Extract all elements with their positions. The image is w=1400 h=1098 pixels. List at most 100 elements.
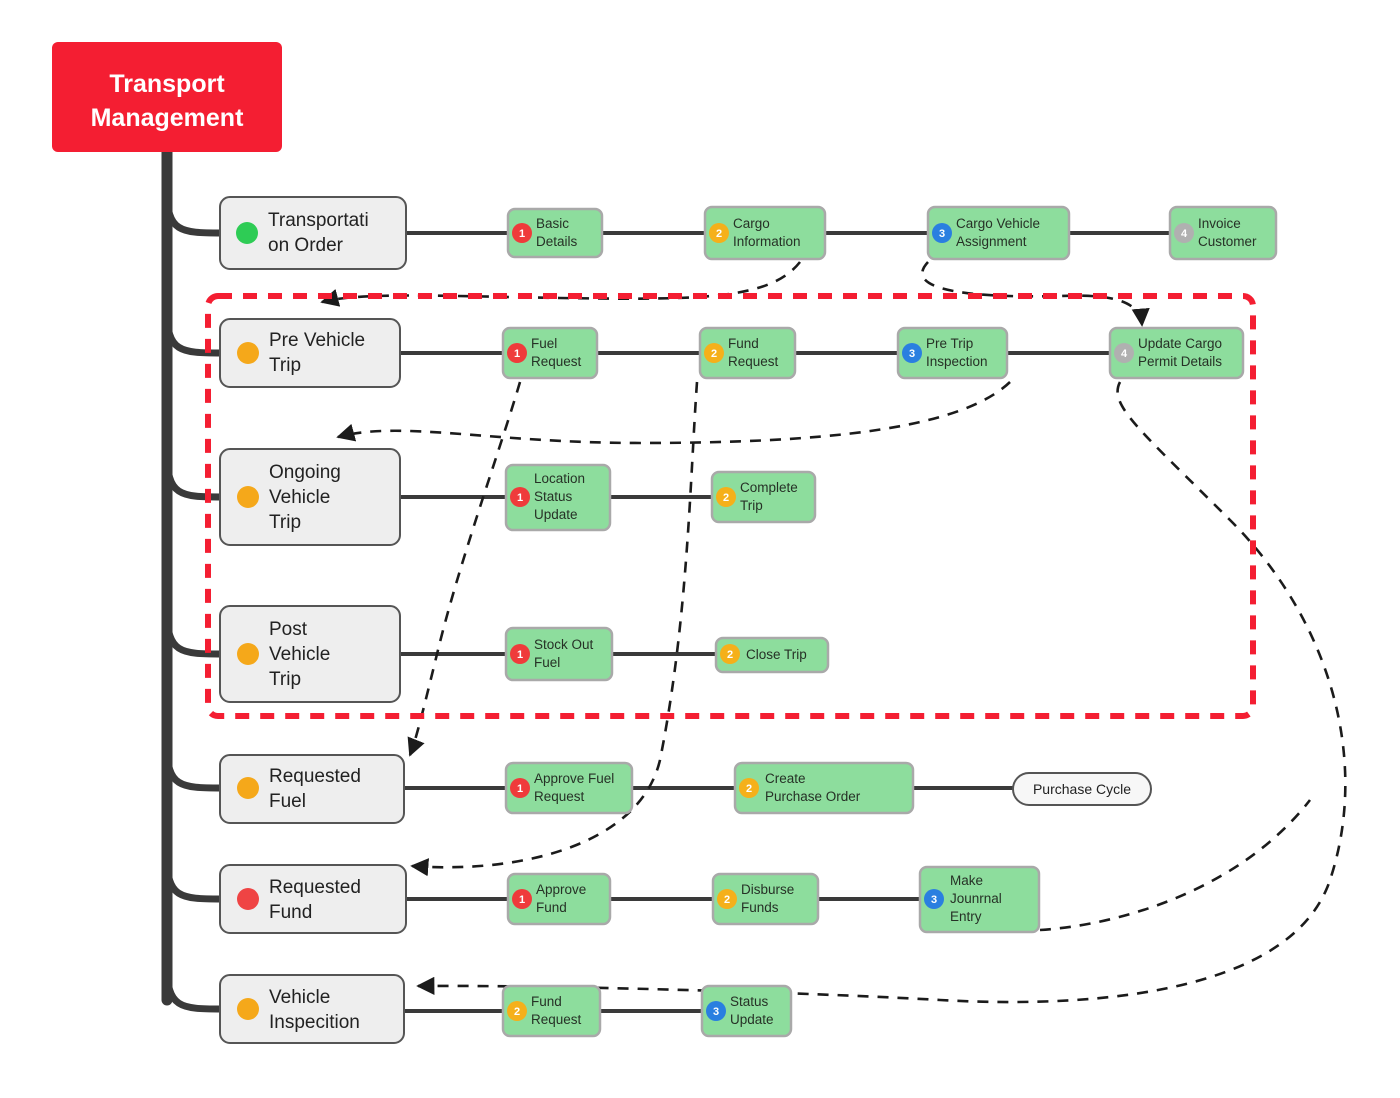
step-node-complete-trip[interactable]: 2 Complete Trip [710, 470, 817, 524]
badge-number: 2 [723, 492, 729, 504]
status-dot-red [237, 888, 259, 910]
status-dot-orange [237, 643, 259, 665]
step-label-line1: Cargo Vehicle [956, 216, 1040, 231]
step-label-line2: Fuel [534, 655, 560, 670]
category-label-line1: Vehicle [269, 987, 330, 1008]
badge-number: 1 [519, 228, 525, 240]
category-label-line2: Fund [269, 902, 312, 923]
badge-number: 3 [909, 348, 915, 360]
step-label-line1: Status [730, 994, 769, 1009]
badge-number: 2 [514, 1006, 520, 1018]
badge-number: 3 [939, 228, 945, 240]
step-node-location-status-update[interactable]: 1 Location Status Update [504, 463, 612, 532]
step-label-line2: Permit Details [1138, 354, 1222, 369]
step-rect-create-purchase-order[interactable] [733, 761, 915, 815]
step-label-line2: Assignment [956, 234, 1027, 249]
step-label-line2: Request [728, 354, 779, 369]
category-label-line2: Trip [269, 355, 301, 376]
badge-number: 2 [711, 348, 717, 360]
step-label-line1: Basic [536, 216, 569, 231]
step-label-line2: Trip [740, 498, 763, 513]
step-label-line2: Update [730, 1012, 774, 1027]
step-label-line1: Stock Out [534, 637, 594, 652]
category-label-line2: Fuel [269, 791, 306, 812]
step-node-basic-details[interactable]: 1 Basic Details [506, 207, 604, 259]
step-node-pre-trip-inspection[interactable]: 3 Pre Trip Inspection [896, 326, 1009, 380]
node-layer: Transport Management Transportati on Ord… [52, 42, 1278, 1044]
category-label-line1: Ongoing [269, 462, 341, 483]
step-node-cargo-information[interactable]: 2 Cargo Information [703, 205, 827, 261]
category-node-post-vehicle-trip[interactable]: Post Vehicle Trip [219, 605, 401, 703]
step-label-line2: Fund [536, 900, 567, 915]
status-dot-orange [237, 342, 259, 364]
step-label-line2: Request [531, 354, 582, 369]
category-label-line2: on Order [268, 235, 344, 256]
badge-number: 1 [517, 649, 523, 661]
step-label-line1: Disburse [741, 882, 794, 897]
step-label-line2: Information [733, 234, 801, 249]
category-label-line2: Vehicle [269, 644, 330, 665]
step-label-line2: Purchase Order [765, 789, 861, 804]
step-label-line1: Approve Fuel [534, 771, 614, 786]
badge-number: 1 [517, 492, 523, 504]
badge-number: 2 [716, 228, 722, 240]
step-label-line1: Complete [740, 480, 798, 495]
step-label-line1: Create [765, 771, 806, 786]
step-node-disburse-funds[interactable]: 2 Disburse Funds [711, 872, 820, 926]
category-node-pre-vehicle-trip[interactable]: Pre Vehicle Trip [219, 318, 401, 388]
step-node-create-purchase-order[interactable]: 2 Create Purchase Order [733, 761, 915, 815]
step-label-line2: Request [531, 1012, 582, 1027]
step-label-line1: Location [534, 471, 585, 486]
step-node-vi-fund-request[interactable]: 2 Fund Request [501, 984, 602, 1038]
badge-number: 2 [746, 783, 752, 795]
step-label-line2: Funds [741, 900, 779, 915]
step-label-line2: Status [534, 489, 573, 504]
step-label-line2: Inspection [926, 354, 988, 369]
step-label-line1: Fund [728, 336, 759, 351]
badge-number: 4 [1181, 228, 1188, 240]
step-label-line1: Cargo [733, 216, 770, 231]
status-dot-orange [237, 486, 259, 508]
category-label-line2: Vehicle [269, 487, 330, 508]
step-label-line1: Fuel [531, 336, 557, 351]
category-node-requested-fuel[interactable]: Requested Fuel [219, 754, 405, 824]
step-node-make-journal-entry[interactable]: 3 Make Jounrnal Entry [918, 865, 1041, 934]
step-label-line2: Jounrnal [950, 891, 1002, 906]
step-label-line2: Details [536, 234, 578, 249]
step-label-line1: Close Trip [746, 647, 807, 662]
status-dot-orange [237, 998, 259, 1020]
badge-number: 2 [727, 649, 733, 661]
step-node-vi-status-update[interactable]: 3 Status Update [700, 984, 793, 1038]
category-label-line1: Requested [269, 877, 361, 898]
step-label-line3: Update [534, 507, 578, 522]
category-node-ongoing-vehicle-trip[interactable]: Ongoing Vehicle Trip [219, 448, 401, 546]
status-dot-orange [237, 777, 259, 799]
badge-number: 1 [517, 783, 523, 795]
step-node-close-trip[interactable]: 2 Close Trip [714, 636, 830, 674]
step-label-line1: Approve [536, 882, 586, 897]
step-node-invoice-customer[interactable]: 4 Invoice Customer [1168, 205, 1278, 261]
category-label-line1: Requested [269, 766, 361, 787]
step-node-cargo-vehicle-assignment[interactable]: 3 Cargo Vehicle Assignment [926, 205, 1071, 261]
root-node[interactable]: Transport Management [52, 42, 282, 152]
step-label-line1: Update Cargo [1138, 336, 1222, 351]
category-node-requested-fund[interactable]: Requested Fund [219, 864, 407, 934]
step-label-line1: Fund [531, 994, 562, 1009]
root-node-label-line1: Transport [109, 70, 225, 98]
pill-label-purchase-cycle: Purchase Cycle [1033, 781, 1131, 797]
step-node-purchase-cycle[interactable]: Purchase Cycle [1012, 772, 1152, 806]
step-node-stock-out-fuel[interactable]: 1 Stock Out Fuel [504, 626, 614, 682]
category-node-transportation-order[interactable]: Transportati on Order [219, 196, 407, 270]
step-label-line3: Entry [950, 909, 982, 924]
step-node-update-cargo-permit-details[interactable]: 4 Update Cargo Permit Details [1108, 326, 1245, 380]
step-label-line2: Request [534, 789, 585, 804]
step-node-fuel-request[interactable]: 1 Fuel Request [501, 326, 599, 380]
badge-number: 2 [724, 894, 730, 906]
category-label-line1: Pre Vehicle [269, 330, 365, 351]
category-node-vehicle-inspection[interactable]: Vehicle Inspecition [219, 974, 405, 1044]
step-label-line2: Customer [1198, 234, 1257, 249]
step-node-approve-fuel-request[interactable]: 1 Approve Fuel Request [504, 761, 634, 815]
step-node-approve-fund[interactable]: 1 Approve Fund [506, 872, 612, 926]
step-node-fund-request[interactable]: 2 Fund Request [698, 326, 797, 380]
status-dot-green [236, 222, 258, 244]
